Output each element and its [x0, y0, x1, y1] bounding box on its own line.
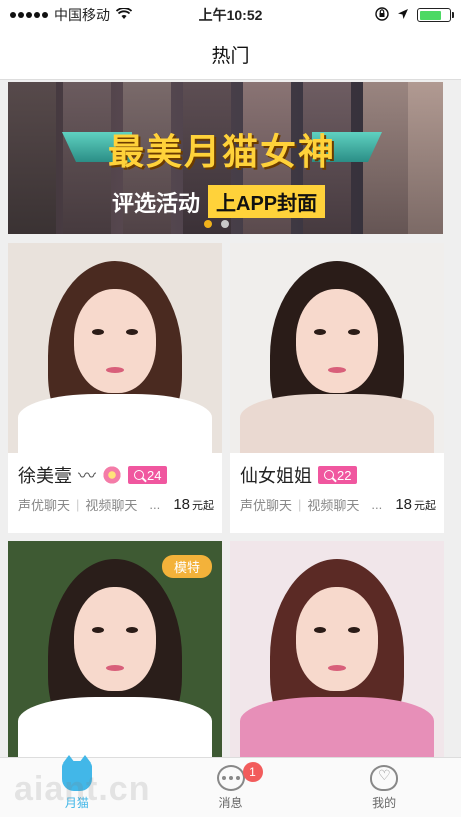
fans-count: 24 [147, 467, 162, 483]
host-card[interactable]: 模特 [8, 541, 222, 757]
status-left: 中国移动 [10, 5, 157, 25]
portrait-lips [106, 665, 124, 671]
host-photo [8, 243, 222, 453]
portrait-lips [328, 367, 346, 373]
heart-profile-icon [370, 765, 399, 791]
orientation-lock-icon [375, 6, 389, 24]
portrait-eye [92, 627, 104, 633]
host-price: 18 元起 [173, 496, 214, 513]
search-fans-icon [134, 470, 144, 480]
portrait-lips [328, 665, 346, 671]
signal-icon [10, 12, 48, 18]
tab-label: 我的 [372, 796, 397, 810]
banner-subtitle: 评选活动 上APP封面 [112, 185, 326, 218]
fans-badge: 22 [318, 466, 358, 484]
banner-title: 最美月猫女神 [107, 132, 336, 173]
status-time: 上午10:52 [198, 7, 263, 23]
flower-icon [102, 465, 122, 485]
carrier-label: 中国移动 [54, 7, 110, 23]
portrait-eye [348, 329, 360, 335]
portrait-face [74, 587, 156, 691]
host-name: 徐美壹 [18, 466, 72, 486]
banner-photo-strip [408, 82, 443, 234]
host-name: 仙女姐姐 [240, 466, 312, 486]
portrait-clothes [240, 697, 434, 757]
portrait-eye [126, 627, 138, 633]
host-name-row: 仙女姐姐 22 [240, 462, 358, 488]
portrait-eye [314, 627, 326, 633]
battery-fill [419, 10, 442, 20]
banner-subtitle-event: 评选活动 [112, 190, 201, 216]
tag-video-chat: 视频聊天 [85, 498, 138, 513]
unread-badge: 1 [242, 762, 263, 782]
banner-dot[interactable] [221, 220, 229, 228]
location-icon [397, 7, 409, 23]
host-card[interactable]: 徐美壹 〰 24 声优聊天 | 视频聊天 ... 18 元起 [8, 243, 222, 533]
model-badge: 模特 [161, 555, 212, 578]
banner-subtitle-cover: 上APP封面 [208, 185, 326, 218]
portrait-clothes [18, 697, 212, 757]
price-value: 18 [173, 496, 190, 513]
banner-carousel[interactable]: 最美月猫女神 评选活动 上APP封面 [8, 82, 443, 234]
banner-pagination [204, 220, 229, 228]
portrait-face [296, 289, 378, 393]
fans-count: 22 [337, 467, 352, 483]
wifi-icon [115, 7, 133, 23]
host-tags-row: 声优聊天 | 视频聊天 ... 18 元起 [240, 496, 436, 513]
host-name-decoration: 〰 [78, 466, 96, 486]
tab-messages[interactable]: 1 消息 [154, 758, 308, 817]
message-icon [216, 765, 245, 791]
fans-badge: 24 [128, 466, 168, 484]
portrait-eye [348, 627, 360, 633]
price-unit: 元起 [192, 500, 214, 512]
portrait-clothes [240, 394, 434, 453]
portrait-face [74, 289, 156, 393]
portrait-clothes [18, 394, 212, 453]
status-right [304, 6, 454, 24]
price-unit: 元起 [414, 500, 436, 512]
host-price: 18 元起 [395, 496, 436, 513]
search-fans-icon [324, 470, 334, 480]
status-bar: 中国移动 上午10:52 [0, 0, 461, 30]
banner-dot-active[interactable] [204, 220, 212, 228]
portrait-lips [106, 367, 124, 373]
host-card[interactable] [230, 541, 444, 757]
banner-photo-strip [8, 82, 56, 234]
page-title: 热门 [211, 46, 250, 67]
portrait-eye [314, 329, 326, 335]
host-card[interactable]: 仙女姐姐 22 声优聊天 | 视频聊天 ... 18 元起 [230, 243, 444, 533]
tag-more: ... [371, 497, 383, 512]
tag-video-chat: 视频聊天 [307, 498, 360, 513]
watermark: aiant.cn [14, 770, 151, 808]
portrait-eye [126, 329, 138, 335]
tab-profile[interactable]: 我的 [307, 758, 461, 817]
portrait-face [296, 587, 378, 691]
banner-title-box: 最美月猫女神 [62, 118, 382, 180]
host-name-row: 徐美壹 〰 24 [18, 462, 168, 488]
battery-icon [417, 8, 454, 22]
portrait-eye [92, 329, 104, 335]
host-photo [230, 541, 444, 757]
tag-voice-chat: 声优聊天 [240, 498, 293, 513]
price-value: 18 [395, 496, 412, 513]
nav-bar: 热门 [0, 30, 461, 80]
tag-voice-chat: 声优聊天 [18, 498, 71, 513]
tab-label: 消息 [218, 796, 243, 810]
host-tags-row: 声优聊天 | 视频聊天 ... 18 元起 [18, 496, 214, 513]
host-photo [230, 243, 444, 453]
tag-more: ... [149, 497, 161, 512]
